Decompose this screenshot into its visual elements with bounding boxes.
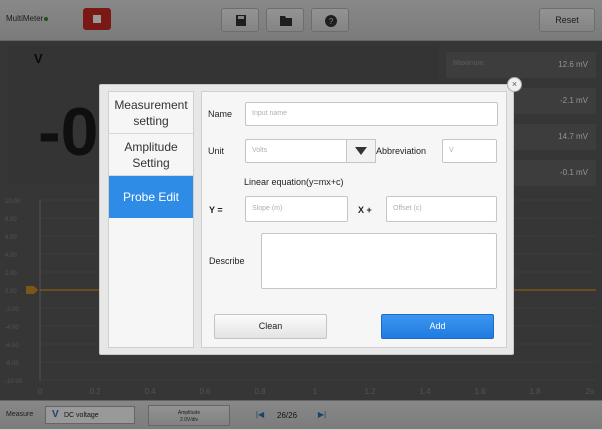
- name-label: Name: [208, 109, 233, 119]
- x-plus-label: X +: [358, 205, 372, 215]
- probe-settings-dialog: Measurement setting Amplitude Setting Pr…: [99, 84, 514, 355]
- unit-label: Unit: [208, 146, 225, 156]
- chevron-down-icon: [355, 147, 367, 155]
- abbreviation-input[interactable]: V: [442, 139, 497, 163]
- unit-select[interactable]: Volts: [245, 139, 347, 163]
- sidebar-item-amplitude-setting[interactable]: Amplitude Setting: [109, 134, 193, 176]
- add-button[interactable]: Add: [381, 314, 494, 339]
- settings-sidebar: Measurement setting Amplitude Setting Pr…: [108, 91, 194, 348]
- sidebar-item-measurement-setting[interactable]: Measurement setting: [109, 92, 193, 134]
- close-icon[interactable]: ×: [507, 77, 522, 92]
- describe-textarea[interactable]: [261, 233, 497, 289]
- abbreviation-label: Abbreviation: [376, 146, 427, 156]
- describe-label: Describe: [209, 256, 245, 266]
- equation-title: Linear equation(y=mx+c): [244, 177, 344, 187]
- y-equals-label: Y =: [209, 205, 223, 215]
- slope-input[interactable]: Slope (m): [245, 196, 348, 222]
- unit-dropdown-button[interactable]: [346, 139, 376, 163]
- probe-edit-panel: Name Input name Unit Volts Abbreviation …: [201, 91, 507, 348]
- clean-button[interactable]: Clean: [214, 314, 327, 339]
- offset-input[interactable]: Offset (c): [386, 196, 497, 222]
- sidebar-item-probe-edit[interactable]: Probe Edit: [109, 176, 193, 218]
- name-input[interactable]: Input name: [245, 102, 498, 126]
